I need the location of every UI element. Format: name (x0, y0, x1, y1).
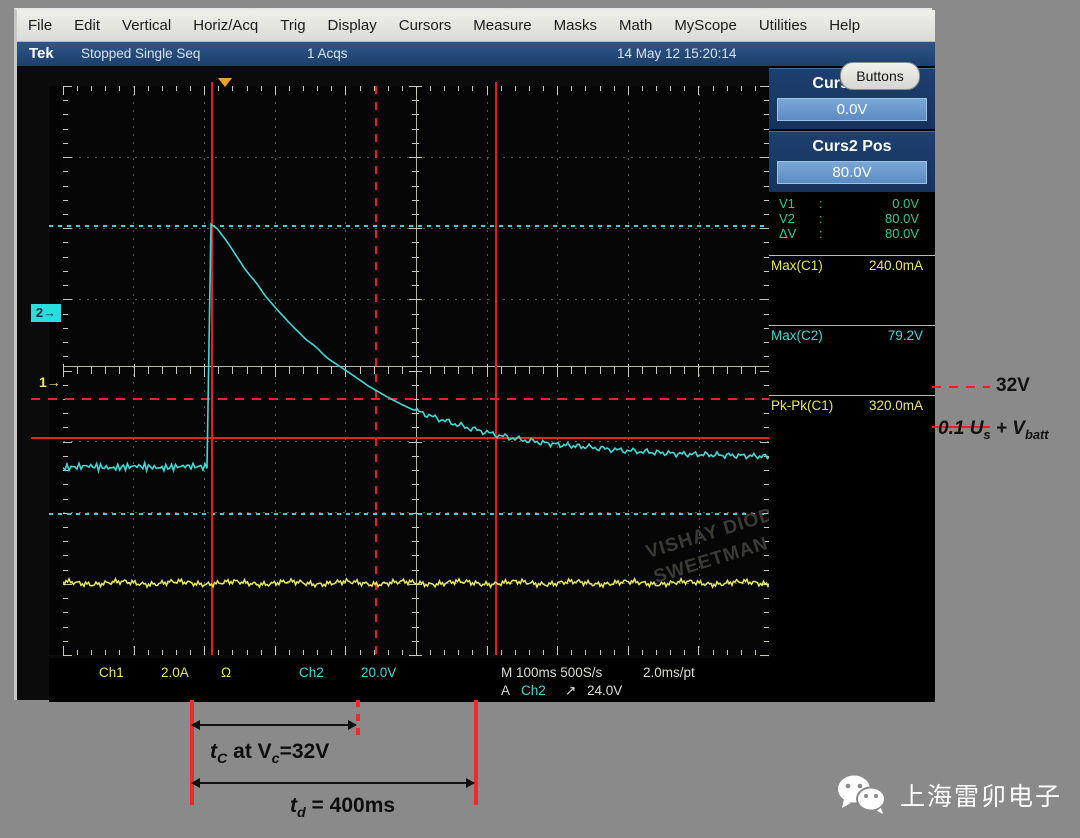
acquisition-state: Stopped Single Seq (81, 46, 201, 61)
ch2-name[interactable]: Ch2 (299, 664, 324, 681)
dimension-bar-td (474, 700, 478, 805)
measurement-value: 320.0mA (868, 398, 923, 413)
td-part-b: = 400ms (305, 794, 396, 817)
tc-label: tC at Vc=32V (210, 740, 329, 767)
measurement-value: 79.2V (887, 328, 923, 343)
measurement-row: Max(C1) 240.0mA (771, 258, 929, 274)
td-part-a: t (290, 794, 297, 817)
dimension-bar-start (190, 700, 194, 805)
readout-key: V1 (779, 196, 795, 211)
readout-sep: : (819, 211, 823, 226)
readout-sep: : (819, 226, 823, 241)
measurement-row: Pk-Pk(C1) 320.0mA (771, 398, 929, 414)
menu-item-math[interactable]: Math (608, 10, 663, 42)
curs2-value-field[interactable]: 80.0V (777, 161, 927, 184)
curs1-value-field[interactable]: 0.0V (777, 98, 927, 121)
measurement-block[interactable]: Max(C2) 79.2V (769, 325, 935, 395)
tek-logo: Tek (29, 45, 54, 62)
ch1-name[interactable]: Ch1 (99, 664, 124, 681)
wechat-footer: 上海雷卯电子 (836, 774, 1062, 816)
menu-item-vertical[interactable]: Vertical (111, 10, 182, 42)
trigger-slope-icon[interactable]: ↗ (565, 682, 576, 699)
readout-row: V1 : 0.0V (779, 196, 929, 211)
buttons-button[interactable]: Buttons (840, 62, 920, 90)
trigger-level[interactable]: 24.0V (587, 682, 622, 699)
dimension-bar-tc (356, 700, 360, 736)
formula-sub-b: batt (1024, 426, 1049, 442)
waveform-traces (63, 222, 769, 590)
trigger-position-marker[interactable] (218, 78, 232, 87)
readout-sep: : (819, 196, 823, 211)
ch1-ground-marker[interactable]: 1→ (39, 374, 61, 390)
ch2-scale[interactable]: 20.0V (361, 664, 396, 681)
curs2-title: Curs2 Pos (812, 138, 892, 155)
tc-dimension-line (196, 724, 356, 726)
td-arrow-left-icon (191, 778, 200, 788)
menu-item-utilities[interactable]: Utilities (748, 10, 818, 42)
readout-value: 0.0V (892, 196, 919, 211)
annotation-formula-label: 0.1 Us + Vbatt (938, 418, 1049, 442)
td-arrow-right-icon (466, 778, 475, 788)
timebase-readout[interactable]: M 100ms 500S/s (501, 664, 602, 681)
menu-item-measure[interactable]: Measure (462, 10, 542, 42)
annotation-32v-leader (932, 386, 990, 388)
measurement-value: 240.0mA (868, 258, 923, 273)
status-bar: Tek Stopped Single Seq 1 Acqs 14 May 12 … (17, 42, 935, 66)
menu-item-display[interactable]: Display (317, 10, 388, 42)
curs2-panel[interactable]: Curs2 Pos 80.0V (769, 131, 935, 192)
measurement-name: Max(C1) (771, 258, 823, 273)
waveform-area: 2→ 1→ VISHAY DIODES SWEETMAN KIM (31, 78, 813, 656)
trigger-source[interactable]: Ch2 (521, 682, 546, 699)
datetime-readout: 14 May 12 15:20:14 (617, 46, 737, 61)
measurement-name: Max(C2) (771, 328, 823, 343)
ch1-coupling-icon[interactable]: Ω (221, 664, 231, 681)
tc-sub-b: c (271, 751, 280, 768)
bottom-readout-bar: Ch1 2.0A Ω Ch2 20.0V M 100ms 500S/s 2.0m… (49, 658, 769, 702)
menu-item-help[interactable]: Help (818, 10, 871, 42)
wechat-account-name: 上海雷卯电子 (899, 783, 1062, 811)
readout-key: ΔV (779, 226, 797, 241)
acquisition-count: 1 Acqs (307, 46, 348, 61)
readout-value: 80.0V (885, 211, 919, 226)
td-sub-a: d (297, 805, 306, 822)
wechat-icon (837, 775, 886, 816)
menu-item-file[interactable]: File (17, 10, 63, 42)
measurement-row: Max(C2) 79.2V (771, 328, 929, 344)
menu-bar: File Edit Vertical Horiz/Acq Trig Displa… (17, 10, 935, 42)
menu-item-trig[interactable]: Trig (269, 10, 316, 42)
ch2-ground-marker[interactable]: 2→ (31, 304, 61, 322)
sample-rate-readout[interactable]: 2.0ms/pt (643, 664, 695, 681)
td-label: td = 400ms (290, 794, 395, 821)
measurement-block[interactable]: Pk-Pk(C1) 320.0mA (769, 395, 935, 414)
tc-part-a: t (210, 740, 217, 763)
tc-sub-a: C (217, 751, 228, 768)
graticule: 2→ 1→ VISHAY DIODES SWEETMAN KIM (31, 78, 813, 656)
readout-row: V2 : 80.0V (779, 211, 929, 226)
tc-part-b: at V (227, 740, 272, 763)
sidebar-panel: Curs1 Pos 0.0V Curs2 Pos 80.0V V1 : 0.0V… (769, 66, 935, 702)
trigger-prefix: A (501, 683, 511, 698)
formula-part-a: 0.1 U (938, 418, 984, 439)
menu-item-edit[interactable]: Edit (63, 10, 111, 42)
readout-row: ΔV : 80.0V (779, 226, 929, 241)
annotation-32v-label: 32V (996, 375, 1030, 396)
oscilloscope-window: File Edit Vertical Horiz/Acq Trig Displa… (14, 8, 935, 702)
tc-arrow-right-icon (348, 720, 357, 730)
menu-item-myscope[interactable]: MyScope (663, 10, 748, 42)
measurement-name: Pk-Pk(C1) (771, 398, 834, 413)
tc-arrow-left-icon (191, 720, 200, 730)
readout-value: 80.0V (885, 226, 919, 241)
ch1-scale[interactable]: 2.0A (161, 664, 189, 681)
tc-part-c: =32V (279, 740, 330, 763)
formula-part-b: + V (990, 418, 1025, 439)
measurement-block[interactable]: Max(C1) 240.0mA (769, 255, 935, 325)
readout-key: V2 (779, 211, 795, 226)
menu-item-horiz-acq[interactable]: Horiz/Acq (182, 10, 269, 42)
formula-sub-a: s (983, 426, 991, 442)
cursor-readouts: V1 : 0.0V V2 : 80.0V ΔV : 80.0V (769, 192, 935, 247)
td-dimension-line (196, 782, 474, 784)
menu-item-cursors[interactable]: Cursors (388, 10, 463, 42)
menu-item-masks[interactable]: Masks (543, 10, 608, 42)
